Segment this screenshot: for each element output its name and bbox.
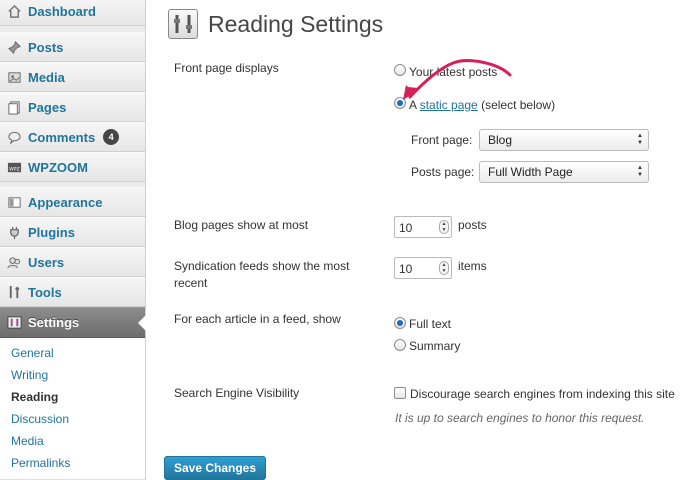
menu-label: Tools: [28, 284, 62, 300]
discourage-label[interactable]: Discourage search engines from indexing …: [410, 387, 675, 401]
front-page-select-value: Blog: [488, 133, 513, 147]
posts-page-select[interactable]: Full Width Page ▲ ▼: [479, 161, 649, 183]
appearance-icon: [5, 193, 23, 211]
spinner-icon[interactable]: ▲ ▼: [439, 220, 449, 234]
front-page-displays-label: Front page displays: [174, 61, 279, 75]
menu-posts[interactable]: Posts: [0, 32, 145, 62]
annotation-arrow: [403, 59, 512, 100]
blog-pages-value: 10: [399, 221, 413, 235]
menu-label: Appearance: [28, 194, 103, 210]
blog-pages-input[interactable]: 10 ▲ ▼: [394, 216, 452, 238]
main-content: Reading Settings Front page displays You…: [146, 0, 700, 480]
front-page-select[interactable]: Blog ▲ ▼: [479, 129, 649, 151]
submenu-general[interactable]: General: [11, 346, 54, 360]
front-page-select-label: Front page:: [411, 133, 473, 147]
menu-appearance[interactable]: Appearance: [0, 187, 145, 217]
posts-page-select-value: Full Width Page: [488, 165, 573, 179]
blog-pages-unit: posts: [458, 218, 487, 232]
menu-dashboard[interactable]: Dashboard: [0, 0, 145, 26]
full-text-radio[interactable]: [394, 317, 406, 329]
summary-radio[interactable]: [394, 339, 406, 351]
save-changes-button[interactable]: Save Changes: [164, 456, 266, 480]
syndication-input[interactable]: 10 ▲ ▼: [394, 257, 452, 279]
menu-label: Users: [28, 254, 65, 270]
house-icon: [5, 2, 23, 20]
menu-settings[interactable]: Settings: [0, 307, 146, 338]
submenu-media[interactable]: Media: [11, 434, 44, 448]
syndication-value: 10: [399, 262, 413, 276]
menu-tools[interactable]: Tools: [0, 277, 145, 307]
active-menu-pointer: [138, 315, 146, 331]
media-icon: [5, 68, 23, 86]
pages-icon: [5, 98, 23, 116]
syndication-label: Syndication feeds show the most recent: [174, 259, 350, 290]
submenu-permalinks[interactable]: Permalinks: [11, 456, 70, 470]
select-arrows-icon: ▲ ▼: [637, 133, 643, 146]
menu-comments[interactable]: Comments 4: [0, 122, 145, 152]
menu-users[interactable]: Users: [0, 247, 145, 277]
users-icon: [5, 253, 23, 271]
menu-label: Dashboard: [28, 3, 96, 19]
tools-icon: [5, 283, 23, 301]
discourage-hint: It is up to search engines to honor this…: [395, 411, 645, 425]
wpzoom-icon: WPZ: [5, 158, 23, 176]
menu-label: Pages: [28, 99, 67, 115]
menu-label: WPZOOM: [28, 159, 88, 175]
comment-count-badge: 4: [103, 129, 120, 145]
menu-wpzoom[interactable]: WPZ WPZOOM: [0, 152, 145, 182]
menu-label: Media: [28, 69, 65, 85]
submenu-writing[interactable]: Writing: [11, 368, 48, 382]
menu-media[interactable]: Media: [0, 62, 145, 92]
syndication-unit: items: [458, 259, 487, 273]
menu-label: Posts: [28, 39, 64, 55]
admin-sidebar: Dashboard Posts Media Pages Comments 4 W…: [0, 0, 146, 480]
summary-label[interactable]: Summary: [409, 339, 460, 353]
discourage-checkbox[interactable]: [394, 387, 406, 399]
select-arrows-icon: ▲ ▼: [637, 165, 643, 178]
svg-text:WPZ: WPZ: [9, 166, 20, 172]
full-text-label[interactable]: Full text: [409, 317, 451, 331]
menu-label: Settings: [28, 315, 80, 330]
feed-article-label: For each article in a feed, show: [174, 312, 341, 326]
menu-label: Plugins: [28, 224, 75, 240]
plug-icon: [5, 223, 23, 241]
menu-label: Comments: [28, 129, 96, 145]
page-title: Reading Settings: [208, 11, 384, 37]
spinner-icon[interactable]: ▲ ▼: [439, 261, 449, 275]
posts-page-select-label: Posts page:: [411, 165, 475, 179]
pushpin-icon: [5, 38, 23, 56]
submenu-discussion[interactable]: Discussion: [11, 412, 69, 426]
settings-submenu: General Writing Reading Discussion Media…: [0, 338, 145, 480]
blog-pages-label: Blog pages show at most: [174, 218, 309, 232]
menu-plugins[interactable]: Plugins: [0, 217, 145, 247]
menu-pages[interactable]: Pages: [0, 92, 145, 122]
comment-bubble-icon: [5, 128, 23, 146]
submenu-reading[interactable]: Reading: [11, 390, 58, 404]
reading-settings-icon: [168, 9, 198, 39]
settings-icon: [5, 314, 23, 332]
search-visibility-label: Search Engine Visibility: [174, 386, 300, 400]
